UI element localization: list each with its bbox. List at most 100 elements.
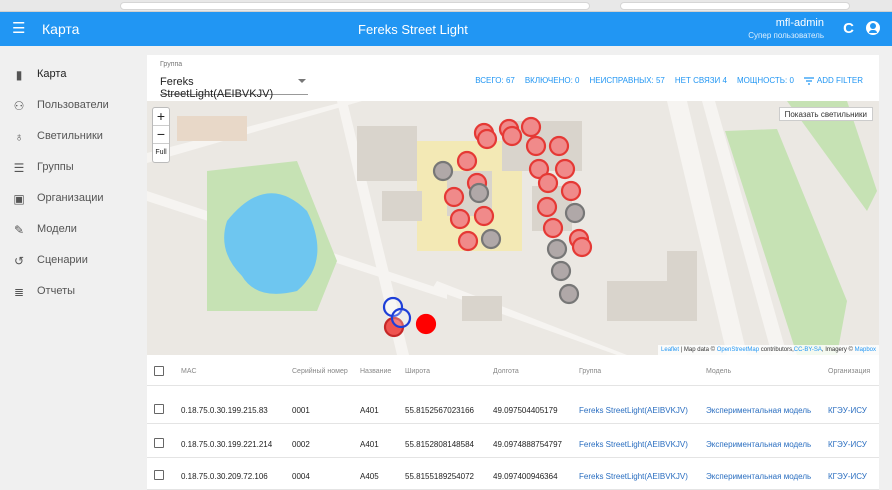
cell-name: A401 — [360, 406, 379, 415]
stat-on[interactable]: ВКЛЮЧЕНО: 0 — [525, 76, 580, 85]
cell-organization-link[interactable]: КГЭУ-ИСУ — [828, 440, 867, 449]
sidebar-item-label: Светильники — [37, 130, 103, 142]
history-icon: ↺ — [13, 254, 25, 268]
show-lamps-button[interactable]: Показать светильники — [778, 107, 873, 121]
column-header[interactable]: MAC — [181, 368, 197, 375]
attribution-text: contributors, — [759, 347, 794, 353]
chevron-down-icon — [298, 79, 306, 83]
user-role: Супер пользователь — [748, 31, 824, 40]
cell-latitude: 55.8152808148584 — [405, 440, 474, 449]
cell-serial: 0004 — [292, 472, 310, 481]
stat-faulty[interactable]: НЕИСПРАВНЫХ: 57 — [589, 76, 664, 85]
column-header[interactable]: Организация — [828, 368, 870, 375]
table-row[interactable]: 0.18.75.0.30.209.72.106 0004 A405 55.815… — [147, 462, 879, 490]
user-name: mfl-admin — [775, 17, 824, 29]
table-row[interactable]: 0.18.75.0.30.199.221.214 0002 A401 55.81… — [147, 430, 879, 458]
cell-model-link[interactable]: Экспериментальная модель — [706, 472, 811, 481]
sidebar-item-users[interactable]: ⚇ Пользователи — [0, 91, 141, 121]
column-header[interactable]: Модель — [706, 368, 731, 375]
zoom-control: + − Full — [152, 107, 170, 163]
leaflet-link[interactable]: Leaflet — [661, 347, 679, 353]
app-bar: ☰ Карта Fereks Street Light mfl-admin Су… — [0, 12, 892, 46]
wrench-icon: ✎ — [13, 223, 25, 237]
cell-serial: 0001 — [292, 406, 310, 415]
osm-link[interactable]: OpenStreetMap — [717, 347, 759, 353]
zoom-in-button[interactable]: + — [153, 108, 169, 126]
sidebar-item-label: Пользователи — [37, 99, 109, 111]
select-all-checkbox[interactable] — [154, 366, 164, 376]
browser-tab[interactable] — [620, 2, 850, 10]
cell-mac: 0.18.75.0.30.209.72.106 — [181, 472, 268, 481]
cell-longitude: 49.097400946364 — [493, 472, 558, 481]
main-panel: Группа Fereks StreetLight(AEIBVKJV) ВСЕГ… — [147, 55, 879, 490]
stat-no-link[interactable]: НЕТ СВЯЗИ 4 — [675, 76, 727, 85]
table-row[interactable]: 0.18.75.0.30.199.215.83 0001 A401 55.815… — [147, 396, 879, 424]
attribution-text: , Imagery © — [821, 347, 855, 353]
sidebar-item-label: Карта — [37, 68, 67, 80]
sidebar-item-map[interactable]: ▮ Карта — [0, 60, 141, 90]
group-caption: Группа — [160, 61, 183, 68]
add-filter-label: ADD FILTER — [816, 76, 863, 85]
cell-model-link[interactable]: Экспериментальная модель — [706, 406, 811, 415]
cell-latitude: 55.8155189254072 — [405, 472, 474, 481]
refresh-icon[interactable]: C — [843, 20, 854, 37]
map[interactable]: + − Full Показать светильники Leaflet | … — [147, 101, 879, 355]
sidebar-item-label: Организации — [37, 192, 104, 204]
cell-group-link[interactable]: Fereks StreetLight(AEIBVKJV) — [579, 406, 688, 415]
table-header: MAC Серийный номер Название Широта Долго… — [147, 358, 879, 386]
center-title: Fereks Street Light — [358, 22, 468, 37]
cell-group-link[interactable]: Fereks StreetLight(AEIBVKJV) — [579, 472, 688, 481]
column-header[interactable]: Широта — [405, 368, 430, 375]
sidebar-item-label: Отчеты — [37, 285, 76, 297]
column-header[interactable]: Название — [360, 368, 391, 375]
row-checkbox[interactable] — [154, 470, 164, 480]
cell-name: A405 — [360, 472, 379, 481]
row-checkbox[interactable] — [154, 404, 164, 414]
address-bar[interactable] — [120, 2, 590, 10]
list-icon: ☰ — [13, 161, 25, 175]
row-checkbox[interactable] — [154, 438, 164, 448]
cell-serial: 0002 — [292, 440, 310, 449]
sidebar-item-label: Группы — [37, 161, 74, 173]
sidebar-item-reports[interactable]: ≣ Отчеты — [0, 277, 141, 307]
briefcase-icon: ▣ — [13, 192, 25, 206]
cell-model-link[interactable]: Экспериментальная модель — [706, 440, 811, 449]
sidebar-item-organizations[interactable]: ▣ Организации — [0, 184, 141, 214]
cell-name: A401 — [360, 440, 379, 449]
cell-mac: 0.18.75.0.30.199.221.214 — [181, 440, 273, 449]
mapbox-link[interactable]: Mapbox — [855, 347, 876, 353]
cc-link[interactable]: CC-BY-SA — [794, 347, 822, 353]
browser-strip — [0, 0, 892, 12]
sidebar-item-models[interactable]: ✎ Модели — [0, 215, 141, 245]
group-select[interactable]: Fereks StreetLight(AEIBVKJV) — [160, 71, 308, 100]
column-header[interactable]: Долгота — [493, 368, 519, 375]
app-title: Карта — [42, 21, 80, 37]
attribution-text: | Map data © — [679, 347, 717, 353]
cell-organization-link[interactable]: КГЭУ-ИСУ — [828, 406, 867, 415]
map-canvas[interactable] — [147, 101, 879, 355]
report-icon: ≣ — [13, 285, 25, 299]
cell-longitude: 49.0974888754797 — [493, 440, 562, 449]
column-header[interactable]: Серийный номер — [292, 368, 348, 375]
add-filter-button[interactable]: ADD FILTER — [803, 76, 863, 85]
column-header[interactable]: Группа — [579, 368, 601, 375]
cell-mac: 0.18.75.0.30.199.215.83 — [181, 406, 268, 415]
menu-icon[interactable]: ☰ — [12, 20, 25, 38]
stat-total[interactable]: ВСЕГО: 67 — [475, 76, 515, 85]
map-icon: ▮ — [15, 68, 23, 82]
cell-group-link[interactable]: Fereks StreetLight(AEIBVKJV) — [579, 440, 688, 449]
cell-organization-link[interactable]: КГЭУ-ИСУ — [828, 472, 867, 481]
map-attribution: Leaflet | Map data © OpenStreetMap contr… — [658, 345, 879, 355]
group-select-value: Fereks StreetLight(AEIBVKJV) — [160, 76, 274, 100]
sidebar-item-scenarios[interactable]: ↺ Сценарии — [0, 246, 141, 276]
stats-bar: ВСЕГО: 67 ВКЛЮЧЕНО: 0 НЕИСПРАВНЫХ: 57 НЕ… — [475, 76, 863, 85]
cell-longitude: 49.097504405179 — [493, 406, 558, 415]
sidebar-item-lamps[interactable]: ♁ Светильники — [0, 122, 141, 152]
filter-icon — [803, 76, 814, 85]
zoom-out-button[interactable]: − — [153, 126, 169, 144]
sidebar-item-groups[interactable]: ☰ Группы — [0, 153, 141, 183]
stat-power[interactable]: МОЩНОСТЬ: 0 — [737, 76, 794, 85]
account-icon[interactable] — [866, 21, 880, 35]
cell-latitude: 55.8152567023166 — [405, 406, 474, 415]
fullscreen-button[interactable]: Full — [153, 144, 169, 162]
